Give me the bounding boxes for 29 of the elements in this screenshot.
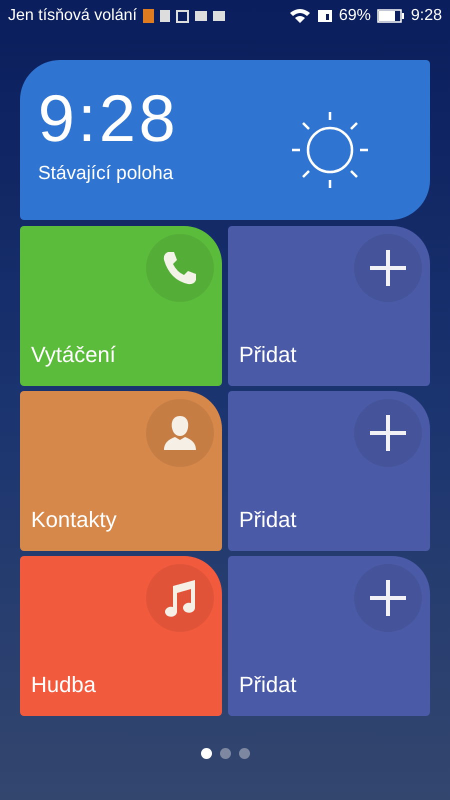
app-tile[interactable]: Hudba xyxy=(20,556,222,716)
app-tile[interactable]: Přidat xyxy=(228,391,430,551)
person-icon xyxy=(162,414,198,452)
page-dot[interactable] xyxy=(220,748,230,759)
tile-label: Vytáčení xyxy=(31,342,116,368)
tile-label: Přidat xyxy=(239,672,296,698)
page-dot[interactable] xyxy=(238,748,250,759)
plus-icon xyxy=(368,413,408,453)
plus-icon xyxy=(368,578,408,618)
battery-percent: 69% xyxy=(338,7,371,25)
plus-icon xyxy=(368,248,408,288)
app-tile[interactable]: Přidat xyxy=(228,226,430,386)
tile-label: Přidat xyxy=(239,507,296,533)
carrier-text: Jen tísňová volání xyxy=(8,7,137,25)
app-tile[interactable]: Vytáčení xyxy=(20,226,222,386)
tile-label: Kontakty xyxy=(31,507,117,533)
clock-widget[interactable]: 9:28 Stávající poloha xyxy=(20,60,430,220)
app-tile[interactable]: Kontakty xyxy=(20,391,222,551)
tile-label: Přidat xyxy=(239,342,296,368)
clock-time: 9:28 xyxy=(38,85,178,151)
app-tile[interactable]: Přidat xyxy=(228,556,430,716)
sun-icon xyxy=(290,110,370,190)
status-time: 9:28 xyxy=(410,7,442,25)
tile-label: Hudba xyxy=(31,672,96,698)
image-icon xyxy=(176,10,189,22)
battery-icon xyxy=(376,9,405,23)
wifi-icon xyxy=(288,8,311,24)
page-dot[interactable] xyxy=(200,748,212,759)
location-text: Stávající poloha xyxy=(38,163,174,185)
